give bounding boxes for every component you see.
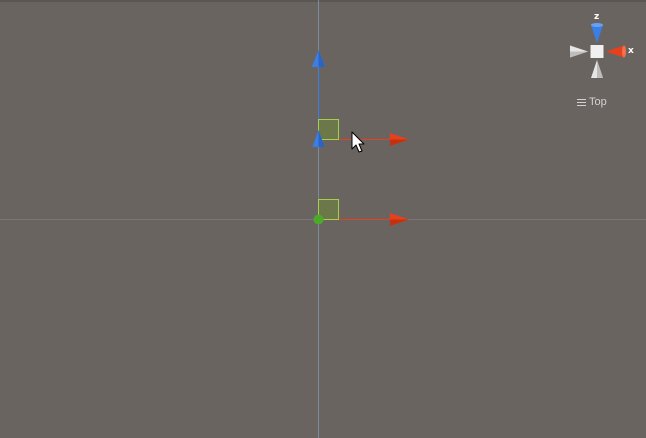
upper-plane-handle[interactable]	[318, 119, 339, 140]
upper-x-arrow-handle[interactable]	[390, 133, 409, 146]
lower-pivot-handle[interactable]	[313, 214, 324, 225]
view-mode-label: Top	[589, 96, 607, 108]
scene-canvas[interactable]	[0, 0, 646, 438]
mouse-pointer-icon	[351, 131, 365, 153]
scene-viewport[interactable]: z x Top	[0, 0, 646, 438]
upper-z-arrow-handle[interactable]	[312, 50, 325, 67]
object-upper[interactable]	[312, 50, 409, 147]
lower-x-arrow-handle[interactable]	[390, 213, 409, 226]
view-mode-button[interactable]: Top	[577, 95, 607, 109]
object-lower[interactable]	[313, 199, 410, 227]
gizmo-center-cube[interactable]	[590, 45, 604, 58]
hamburger-menu-icon	[577, 98, 586, 106]
